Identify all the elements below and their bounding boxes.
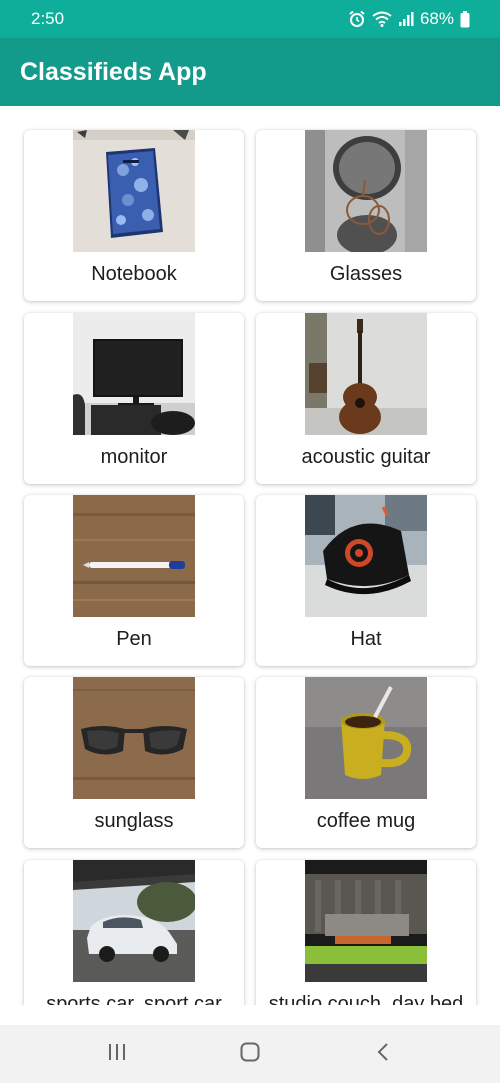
alarm-icon (348, 10, 366, 28)
listing-card-glasses[interactable]: Glasses (256, 130, 476, 301)
coffee-mug-photo (305, 677, 427, 799)
home-icon (240, 1042, 260, 1067)
notebook-photo (73, 130, 195, 252)
battery-icon (460, 10, 470, 28)
home-button[interactable] (230, 1034, 270, 1074)
listing-card-acoustic-guitar[interactable]: acoustic guitar (256, 313, 476, 484)
listing-label: sports car, sport car (46, 993, 222, 1005)
navigation-bar (0, 1025, 500, 1083)
listing-card-pen[interactable]: Pen (24, 495, 244, 666)
app-bar: Classifieds App (0, 38, 500, 106)
listing-card-notebook[interactable]: Notebook (24, 130, 244, 301)
battery-percent: 68% (419, 9, 454, 28)
wifi-icon (372, 11, 392, 27)
status-bar: 2:50 68% (0, 0, 500, 38)
listing-label: sunglass (94, 810, 174, 832)
recent-apps-button[interactable] (97, 1034, 137, 1074)
listing-label: acoustic guitar (301, 446, 431, 468)
sunglass-photo (73, 677, 195, 799)
listing-label: studio couch, day bed (268, 993, 464, 1005)
back-icon (376, 1042, 390, 1067)
listing-card-studio-couch[interactable]: studio couch, day bed (256, 860, 476, 1005)
listing-label: Notebook (91, 263, 177, 285)
back-button[interactable] (363, 1034, 403, 1074)
listing-grid[interactable]: Notebook Glasses monitor acoustic guitar… (0, 106, 500, 1005)
hat-photo (305, 495, 427, 617)
car-photo (73, 860, 195, 982)
couch-photo (305, 860, 427, 982)
status-icons: 68% (348, 9, 470, 29)
glasses-photo (305, 130, 427, 252)
listing-label: Glasses (329, 263, 403, 285)
listing-label: monitor (100, 446, 168, 468)
signal-icon (398, 11, 414, 27)
listing-label: Pen (116, 628, 152, 650)
pen-photo (73, 495, 195, 617)
listing-card-monitor[interactable]: monitor (24, 313, 244, 484)
listing-label: coffee mug (316, 810, 416, 832)
listing-card-sports-car[interactable]: sports car, sport car (24, 860, 244, 1005)
guitar-photo (305, 313, 427, 435)
listing-label: Hat (350, 628, 382, 650)
app-title: Classifieds App (20, 57, 207, 86)
listing-card-hat[interactable]: Hat (256, 495, 476, 666)
listing-card-sunglass[interactable]: sunglass (24, 677, 244, 848)
monitor-photo (73, 313, 195, 435)
status-time: 2:50 (31, 9, 65, 28)
recent-apps-icon (107, 1043, 127, 1066)
listing-card-coffee-mug[interactable]: coffee mug (256, 677, 476, 848)
